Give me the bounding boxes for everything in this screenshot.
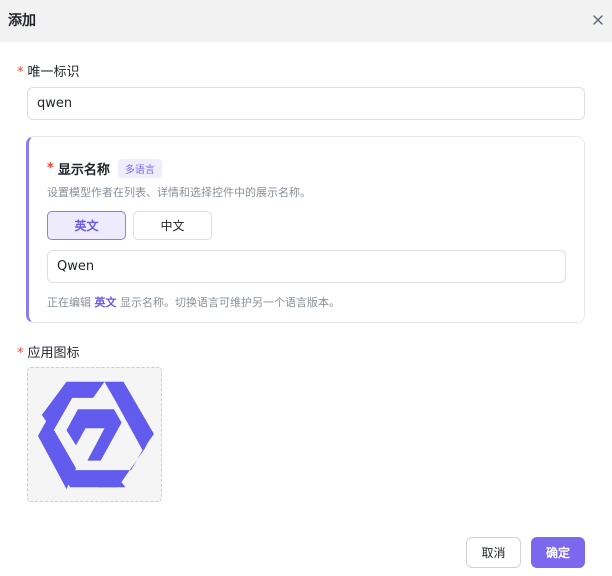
display-name-description: 设置模型作者在列表、详情和选择控件中的展示名称。	[47, 186, 311, 199]
cancel-button[interactable]: 取消	[466, 537, 521, 568]
display-name-value: Qwen	[57, 259, 95, 274]
required-mark: *	[17, 65, 24, 80]
confirm-button[interactable]: 确定	[531, 537, 585, 568]
app-icon-uploader[interactable]	[27, 367, 162, 502]
display-name-input[interactable]: Qwen	[47, 250, 566, 283]
display-name-label: 显示名称	[57, 163, 110, 178]
required-mark: *	[47, 161, 54, 176]
dialog-title: 添加	[8, 13, 36, 29]
dialog-header: 添加	[0, 0, 612, 42]
multilingual-badge: 多语言	[117, 159, 162, 178]
qwen-logo-icon	[37, 381, 154, 490]
display-name-heading: * 显示名称 多语言	[47, 159, 162, 178]
editing-hint-language: 英文	[94, 296, 117, 309]
editing-hint-prefix: 正在编辑	[47, 296, 91, 309]
unique-id-label: * 唯一标识	[17, 61, 80, 80]
tab-english[interactable]: 英文	[47, 211, 126, 240]
app-icon-label-text: 应用图标	[27, 346, 80, 361]
unique-id-input[interactable]: qwen	[27, 87, 585, 120]
app-icon-label: * 应用图标	[17, 342, 80, 361]
required-mark: *	[17, 346, 24, 361]
close-icon[interactable]	[590, 12, 606, 28]
editing-hint: 正在编辑 英文 显示名称。切换语言可维护另一个语言版本。	[47, 294, 340, 310]
unique-id-label-text: 唯一标识	[27, 65, 80, 80]
display-name-card: * 显示名称 多语言 设置模型作者在列表、详情和选择控件中的展示名称。 英文 中…	[26, 136, 585, 323]
unique-id-value: qwen	[37, 96, 73, 111]
tab-chinese[interactable]: 中文	[133, 211, 212, 240]
editing-hint-suffix: 显示名称。切换语言可维护另一个语言版本。	[120, 296, 340, 309]
